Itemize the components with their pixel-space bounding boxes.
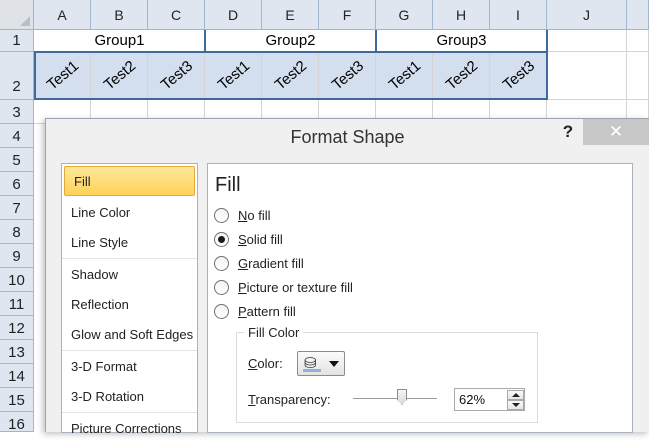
row-header-13[interactable]: 13 xyxy=(0,340,34,364)
category-shadow[interactable]: Shadow xyxy=(62,260,197,290)
column-header-c[interactable]: C xyxy=(148,0,205,30)
row-header-8[interactable]: 8 xyxy=(0,220,34,244)
category-glow[interactable]: Glow and Soft Edges xyxy=(62,320,197,350)
test-label: Test2 xyxy=(100,57,139,94)
group-divider xyxy=(204,30,206,52)
category-3d-rotation[interactable]: 3-D Rotation xyxy=(62,382,197,412)
category-fill[interactable]: Fill xyxy=(64,166,195,196)
group-label-2: Group2 xyxy=(265,32,316,49)
row-header-4[interactable]: 4 xyxy=(0,124,34,148)
category-3d-format[interactable]: 3-D Format xyxy=(62,352,197,382)
format-shape-dialog: Format Shape ? ✕ Fill Line Color Line St… xyxy=(45,118,649,436)
close-icon: ✕ xyxy=(608,122,624,141)
row-header-2[interactable]: 2 xyxy=(0,52,34,100)
group-divider xyxy=(375,30,377,52)
cell-j2[interactable] xyxy=(547,52,627,100)
column-header-j[interactable]: J xyxy=(547,0,627,30)
pane-title: Fill xyxy=(215,174,241,196)
column-header-a[interactable]: A xyxy=(34,0,91,30)
solid-fill-radio[interactable] xyxy=(214,232,229,247)
solid-fill-label[interactable]: Solid fill xyxy=(238,232,283,247)
row-header-6[interactable]: 6 xyxy=(0,172,34,196)
row-header-12[interactable]: 12 xyxy=(0,316,34,340)
row-header-14[interactable]: 14 xyxy=(0,364,34,388)
pattern-fill-label[interactable]: Pattern fill xyxy=(238,304,296,319)
category-list: Fill Line Color Line Style Shadow Reflec… xyxy=(61,163,198,436)
spin-up-button[interactable] xyxy=(507,390,524,400)
transparency-spinner[interactable]: 62% xyxy=(454,388,525,411)
test-label: Test1 xyxy=(385,57,424,94)
picture-fill-label[interactable]: Picture or texture fill xyxy=(238,280,353,295)
color-swatch xyxy=(303,369,321,372)
category-line-color[interactable]: Line Color xyxy=(62,198,197,228)
close-button[interactable]: ✕ xyxy=(583,119,649,145)
row-header-15[interactable]: 15 xyxy=(0,388,34,412)
fill-pane: Fill No fill Solid fill Gradient fill Pi… xyxy=(207,163,633,433)
group-label-1: Group1 xyxy=(94,32,145,49)
test-label: Test1 xyxy=(214,57,253,94)
column-header-d[interactable]: D xyxy=(205,0,262,30)
spin-down-button[interactable] xyxy=(507,400,524,410)
group-divider xyxy=(546,30,548,52)
column-header-e[interactable]: E xyxy=(262,0,319,30)
transparency-label: Transparency: xyxy=(248,392,331,407)
pattern-fill-radio[interactable] xyxy=(214,304,229,319)
cell-k1[interactable] xyxy=(627,30,649,52)
test-label: Test3 xyxy=(499,57,538,94)
gradient-fill-radio[interactable] xyxy=(214,256,229,271)
row-header-5[interactable]: 5 xyxy=(0,148,34,172)
row-header-11[interactable]: 11 xyxy=(0,292,34,316)
fill-color-group-title: Fill Color xyxy=(244,325,304,340)
test-label: Test2 xyxy=(442,57,481,94)
cell-k2[interactable] xyxy=(627,52,649,100)
chevron-down-icon xyxy=(329,361,339,367)
test-label: Test2 xyxy=(271,57,310,94)
row-header-16[interactable]: 16 xyxy=(0,412,34,433)
column-header-i[interactable]: I xyxy=(490,0,547,30)
select-all-corner[interactable] xyxy=(0,0,34,30)
row-header-3[interactable]: 3 xyxy=(0,100,34,124)
no-fill-radio[interactable] xyxy=(214,208,229,223)
row-header-9[interactable]: 9 xyxy=(0,244,34,268)
category-separator xyxy=(62,258,197,259)
column-header-next[interactable] xyxy=(627,0,649,30)
test-label: Test1 xyxy=(43,57,82,94)
column-header-b[interactable]: B xyxy=(91,0,148,30)
transparency-value[interactable]: 62% xyxy=(459,392,485,407)
cell-j1[interactable] xyxy=(547,30,627,52)
column-header-f[interactable]: F xyxy=(319,0,376,30)
row-header-1[interactable]: 1 xyxy=(0,30,34,52)
test-label: Test3 xyxy=(157,57,196,94)
category-line-style[interactable]: Line Style xyxy=(62,228,197,258)
category-separator xyxy=(62,412,197,413)
category-separator xyxy=(62,350,197,351)
test-label: Test3 xyxy=(328,57,367,94)
gradient-fill-label[interactable]: Gradient fill xyxy=(238,256,304,271)
transparency-slider-track[interactable] xyxy=(353,398,437,399)
row-header-7[interactable]: 7 xyxy=(0,196,34,220)
no-fill-label[interactable]: No fill xyxy=(238,208,271,223)
category-reflection[interactable]: Reflection xyxy=(62,290,197,320)
column-header-g[interactable]: G xyxy=(376,0,433,30)
color-label: Color: xyxy=(248,356,283,371)
row-header-10[interactable]: 10 xyxy=(0,268,34,292)
color-dropdown-button[interactable]: ⛁ xyxy=(297,351,345,376)
column-header-h[interactable]: H xyxy=(433,0,490,30)
picture-fill-radio[interactable] xyxy=(214,280,229,295)
help-button[interactable]: ? xyxy=(559,119,577,145)
group-label-3: Group3 xyxy=(436,32,487,49)
category-picture-corrections[interactable]: Picture Corrections xyxy=(62,414,197,444)
